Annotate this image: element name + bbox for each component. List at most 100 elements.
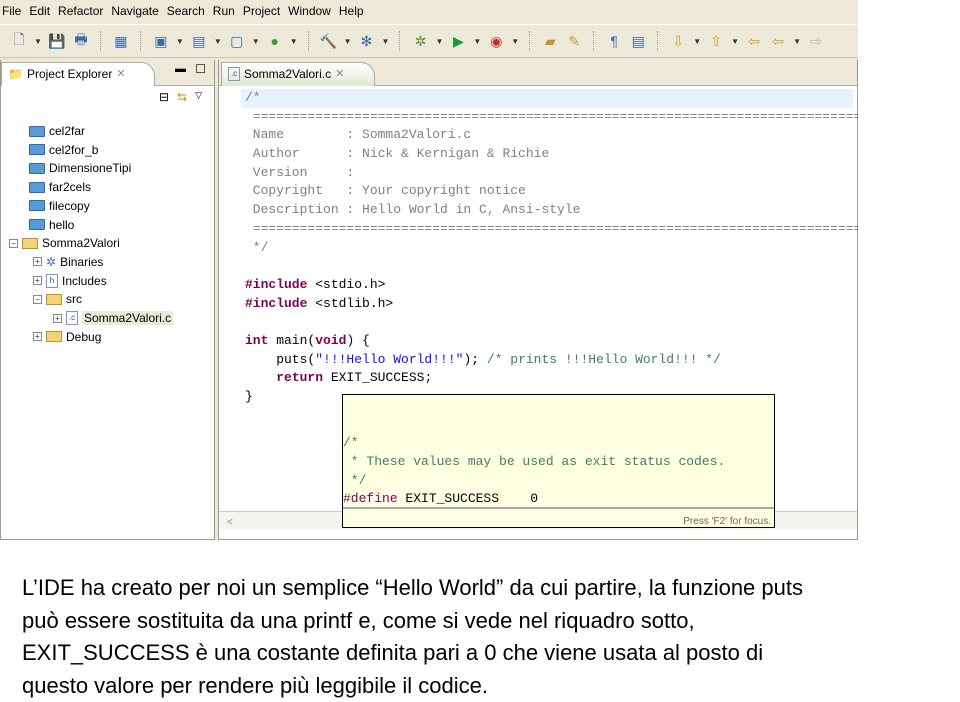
- tree-item[interactable]: − src: [33, 290, 82, 308]
- toolbar-separator: [308, 31, 310, 51]
- expand-icon[interactable]: +: [33, 332, 42, 341]
- external-tools-icon: ◉: [490, 33, 502, 50]
- view-menu-icon[interactable]: ▽: [195, 90, 202, 106]
- dropdown-arrow-icon[interactable]: ▼: [290, 37, 298, 46]
- caption-line: questo valore per rendere più leggibile …: [22, 670, 960, 702]
- close-icon[interactable]: ✕: [335, 67, 344, 86]
- external-tools-button[interactable]: ◉: [487, 32, 505, 50]
- menu-window[interactable]: Window: [286, 0, 337, 22]
- menu-refactor[interactable]: Refactor: [56, 0, 109, 22]
- code-line: Version :: [245, 164, 858, 183]
- toggle-block-button[interactable]: ▤: [629, 32, 647, 50]
- next-annotation-button[interactable]: ⇩: [669, 32, 687, 50]
- menu-search[interactable]: Search: [165, 0, 211, 22]
- close-icon[interactable]: ✕: [116, 67, 125, 86]
- menu-help[interactable]: Help: [337, 0, 370, 22]
- print-button[interactable]: 🖶: [72, 32, 90, 50]
- tree-item[interactable]: hello: [29, 216, 74, 234]
- new-class-button[interactable]: ●: [266, 32, 284, 50]
- minimize-icon[interactable]: ▬: [175, 63, 186, 75]
- dropdown-arrow-icon[interactable]: ▼: [252, 37, 260, 46]
- tree-item[interactable]: +hIncludes: [33, 272, 107, 290]
- open-type-button[interactable]: ▰: [541, 32, 559, 50]
- binary-icon: ▦: [114, 33, 127, 50]
- dropdown-arrow-icon[interactable]: ▼: [473, 37, 481, 46]
- dropdown-arrow-icon[interactable]: ▼: [34, 37, 42, 46]
- c-file-icon: .c: [66, 311, 78, 325]
- dropdown-arrow-icon[interactable]: ▼: [731, 37, 739, 46]
- project-explorer-panel: 📁 Project Explorer ✕ ▬ ☐ ⊟ ⇆ ▽ cel2farce…: [0, 60, 215, 540]
- dropdown-arrow-icon[interactable]: ▼: [344, 37, 352, 46]
- code-line: puts("!!!Hello World!!!"); /* prints !!!…: [245, 351, 858, 370]
- link-with-editor-icon[interactable]: ⇆: [177, 90, 187, 106]
- dropdown-arrow-icon[interactable]: ▼: [214, 37, 222, 46]
- expand-icon[interactable]: +: [33, 276, 42, 285]
- menu-file[interactable]: File: [0, 0, 27, 22]
- binary-button[interactable]: ▦: [112, 32, 130, 50]
- menu-run[interactable]: Run: [211, 0, 241, 22]
- save-icon: 💾: [48, 33, 65, 50]
- dropdown-arrow-icon[interactable]: ▼: [382, 37, 390, 46]
- code-line: Description : Hello World in C, Ansi-sty…: [245, 201, 858, 220]
- tab-somma2valori-c[interactable]: .c Somma2Valori.c ✕: [221, 62, 375, 86]
- open-type-icon: ▰: [545, 33, 556, 50]
- new-c-file-button[interactable]: ▢: [228, 32, 246, 50]
- new-button[interactable]: 🗋: [10, 32, 28, 50]
- debug-icon: ✲: [415, 33, 427, 50]
- caption-line: L’IDE ha creato per noi un semplice “Hel…: [22, 572, 960, 605]
- expand-icon[interactable]: +: [53, 314, 62, 323]
- menu-project[interactable]: Project: [241, 0, 286, 22]
- forward-button[interactable]: ⇨: [807, 32, 825, 50]
- tree-item-label: src: [66, 292, 82, 306]
- tab-project-explorer[interactable]: 📁 Project Explorer ✕: [1, 62, 155, 86]
- collapse-icon[interactable]: −: [33, 295, 42, 304]
- tree-item[interactable]: −Somma2Valori: [9, 234, 120, 252]
- build-icon: 🔨: [320, 33, 337, 50]
- build-settings-button[interactable]: ✻: [358, 32, 376, 50]
- search-icon: ✎: [568, 33, 580, 50]
- back-button[interactable]: ⇦: [769, 32, 787, 50]
- show-whitespace-button[interactable]: ¶: [605, 32, 623, 50]
- tree-item-label: Includes: [62, 274, 107, 288]
- previous-annotation-button[interactable]: ⇧: [707, 32, 725, 50]
- build-button[interactable]: 🔨: [320, 32, 338, 50]
- toolbar-separator: [399, 31, 401, 51]
- code-editor[interactable]: /* =====================================…: [245, 89, 858, 407]
- last-edit-button[interactable]: ⇦: [745, 32, 763, 50]
- tree-item[interactable]: +✲Binaries: [33, 253, 103, 271]
- dropdown-arrow-icon[interactable]: ▼: [793, 37, 801, 46]
- next-annotation-icon: ⇩: [672, 33, 684, 50]
- collapse-icon[interactable]: −: [9, 239, 18, 248]
- dropdown-arrow-icon[interactable]: ▼: [693, 37, 701, 46]
- maximize-icon[interactable]: ☐: [195, 62, 206, 76]
- tree-item[interactable]: far2cels: [29, 178, 91, 196]
- collapse-all-icon[interactable]: ⊟: [159, 90, 169, 106]
- dropdown-arrow-icon[interactable]: ▼: [435, 37, 443, 46]
- tree-item[interactable]: +Debug: [33, 328, 101, 346]
- search-button[interactable]: ✎: [565, 32, 583, 50]
- tree-item[interactable]: cel2for_b: [29, 141, 98, 159]
- tree-item[interactable]: +.cSomma2Valori.c: [53, 309, 173, 327]
- tree-item[interactable]: DimensioneTipi: [29, 159, 131, 177]
- expand-icon[interactable]: +: [33, 257, 42, 266]
- save-button[interactable]: 💾: [48, 32, 66, 50]
- tooltip-line: * These values may be used as exit statu…: [343, 453, 774, 472]
- tree-item[interactable]: filecopy: [29, 197, 90, 215]
- new-c-project-button[interactable]: ▣: [152, 32, 170, 50]
- dropdown-arrow-icon[interactable]: ▼: [511, 37, 519, 46]
- new-c-file-icon: ▢: [230, 33, 243, 50]
- run-button[interactable]: ▶: [449, 32, 467, 50]
- dropdown-arrow-icon[interactable]: ▼: [176, 37, 184, 46]
- code-line: [245, 313, 858, 332]
- menu-navigate[interactable]: Navigate: [109, 0, 164, 22]
- toolbar-separator: [529, 31, 531, 51]
- code-line: return EXIT_SUCCESS;: [245, 369, 858, 388]
- new-source-folder-button[interactable]: ▤: [190, 32, 208, 50]
- scroll-left-icon[interactable]: <: [219, 517, 233, 528]
- tree-item[interactable]: cel2far: [29, 122, 85, 140]
- toolbar-separator: [593, 31, 595, 51]
- toggle-block-icon: ▤: [632, 33, 645, 50]
- menu-edit[interactable]: Edit: [27, 0, 56, 22]
- debug-button[interactable]: ✲: [411, 32, 429, 50]
- code-line: #include <stdlib.h>: [245, 295, 858, 314]
